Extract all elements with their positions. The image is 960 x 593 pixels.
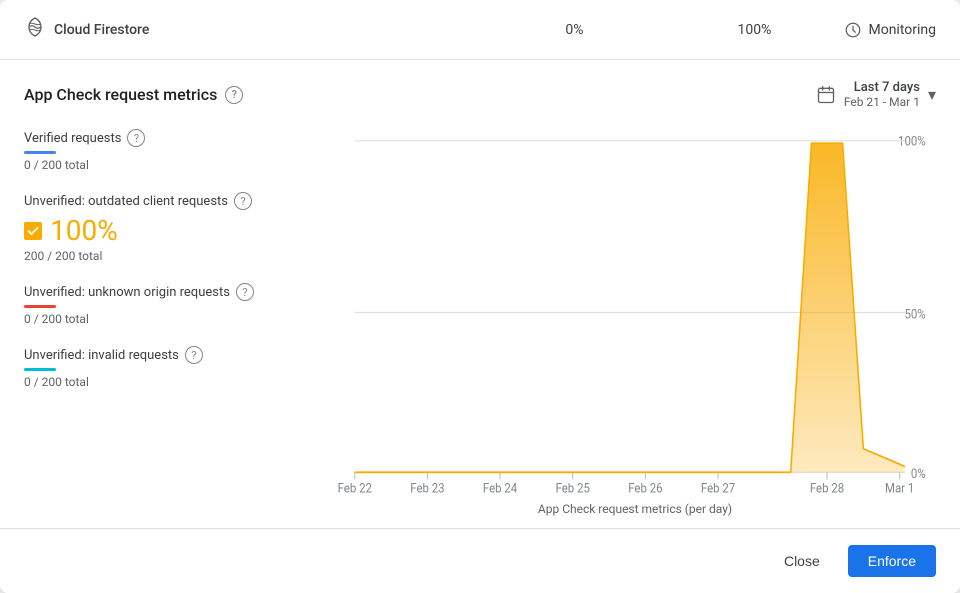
metric-unknown: Unverified: unknown origin requests ? 0 … [24,283,318,326]
chart-area: Verified requests ? 0 / 200 total Unveri… [24,129,936,520]
metric-outdated-total: 200 / 200 total [24,249,318,263]
metric-verified-total: 0 / 200 total [24,158,318,172]
metric-outdated-checkbox[interactable] [24,222,42,240]
chart-x-label: App Check request metrics (per day) [334,496,936,520]
metric-verified-line [24,151,56,154]
metric-invalid-total: 0 / 200 total [24,375,318,389]
metric-verified: Verified requests ? 0 / 200 total [24,129,318,172]
svg-text:Feb 22: Feb 22 [338,481,372,496]
date-range-text: Last 7 days Feb 21 - Mar 1 [844,80,920,109]
section-title: App Check request metrics ? [24,85,243,104]
metric-verified-help-icon[interactable]: ? [127,129,145,147]
chart-panel: 100% 50% 0% [334,129,936,520]
header-percent-100: 100% [664,22,844,38]
metric-unknown-help-icon[interactable]: ? [236,283,254,301]
service-info: Cloud Firestore [24,16,149,43]
chevron-down-icon: ▾ [928,85,936,104]
calendar-icon [816,85,836,105]
metric-outdated-big-value: 100% [50,214,118,247]
section-title-text: App Check request metrics [24,85,217,104]
metric-verified-label: Verified requests ? [24,129,318,147]
date-range-selector[interactable]: Last 7 days Feb 21 - Mar 1 ▾ [816,80,936,109]
metric-invalid: Unverified: invalid requests ? 0 / 200 t… [24,346,318,389]
header-percent-0: 0% [484,22,664,38]
svg-text:Mar 1: Mar 1 [885,481,914,496]
chart-area-fill [355,143,905,472]
metric-unknown-label: Unverified: unknown origin requests ? [24,283,318,301]
checkmark-icon [27,225,39,237]
monitoring-label: Monitoring [868,22,936,38]
svg-text:Feb 24: Feb 24 [483,481,517,496]
dialog: Cloud Firestore 0% 100% Monitoring App C… [0,0,960,593]
main-content: App Check request metrics ? Last 7 days … [0,60,960,520]
monitoring-link[interactable]: Monitoring [844,21,936,39]
metric-invalid-label: Unverified: invalid requests ? [24,346,318,364]
metric-outdated-help-icon[interactable]: ? [234,192,252,210]
svg-text:Feb 26: Feb 26 [628,481,662,496]
metric-outdated-label: Unverified: outdated client requests ? [24,192,318,210]
date-range-sub: Feb 21 - Mar 1 [844,95,920,109]
svg-text:Feb 23: Feb 23 [410,481,444,496]
metric-outdated: Unverified: outdated client requests ? 1… [24,192,318,263]
metrics-panel: Verified requests ? 0 / 200 total Unveri… [24,129,334,520]
date-range-label: Last 7 days [844,80,920,95]
svg-text:Feb 28: Feb 28 [810,481,844,496]
close-button[interactable]: Close [768,545,836,577]
svg-text:Feb 25: Feb 25 [556,481,590,496]
enforce-button[interactable]: Enforce [848,545,936,577]
svg-text:0%: 0% [911,467,926,482]
metric-unknown-total: 0 / 200 total [24,312,318,326]
chart-svg: 100% 50% 0% [334,129,936,496]
metric-invalid-help-icon[interactable]: ? [185,346,203,364]
header-row: Cloud Firestore 0% 100% Monitoring [0,0,960,60]
section-title-row: App Check request metrics ? Last 7 days … [24,80,936,109]
metric-outdated-value-row: 100% [24,214,318,247]
footer: Close Enforce [0,528,960,593]
svg-text:Feb 27: Feb 27 [701,481,735,496]
chart-svg-container: 100% 50% 0% [334,129,936,496]
section-help-icon[interactable]: ? [225,86,243,104]
metric-unknown-line [24,305,56,308]
firestore-icon [24,16,46,43]
svg-text:50%: 50% [904,307,925,322]
metric-invalid-line [24,368,56,371]
clock-icon [844,21,862,39]
service-name: Cloud Firestore [54,22,149,38]
